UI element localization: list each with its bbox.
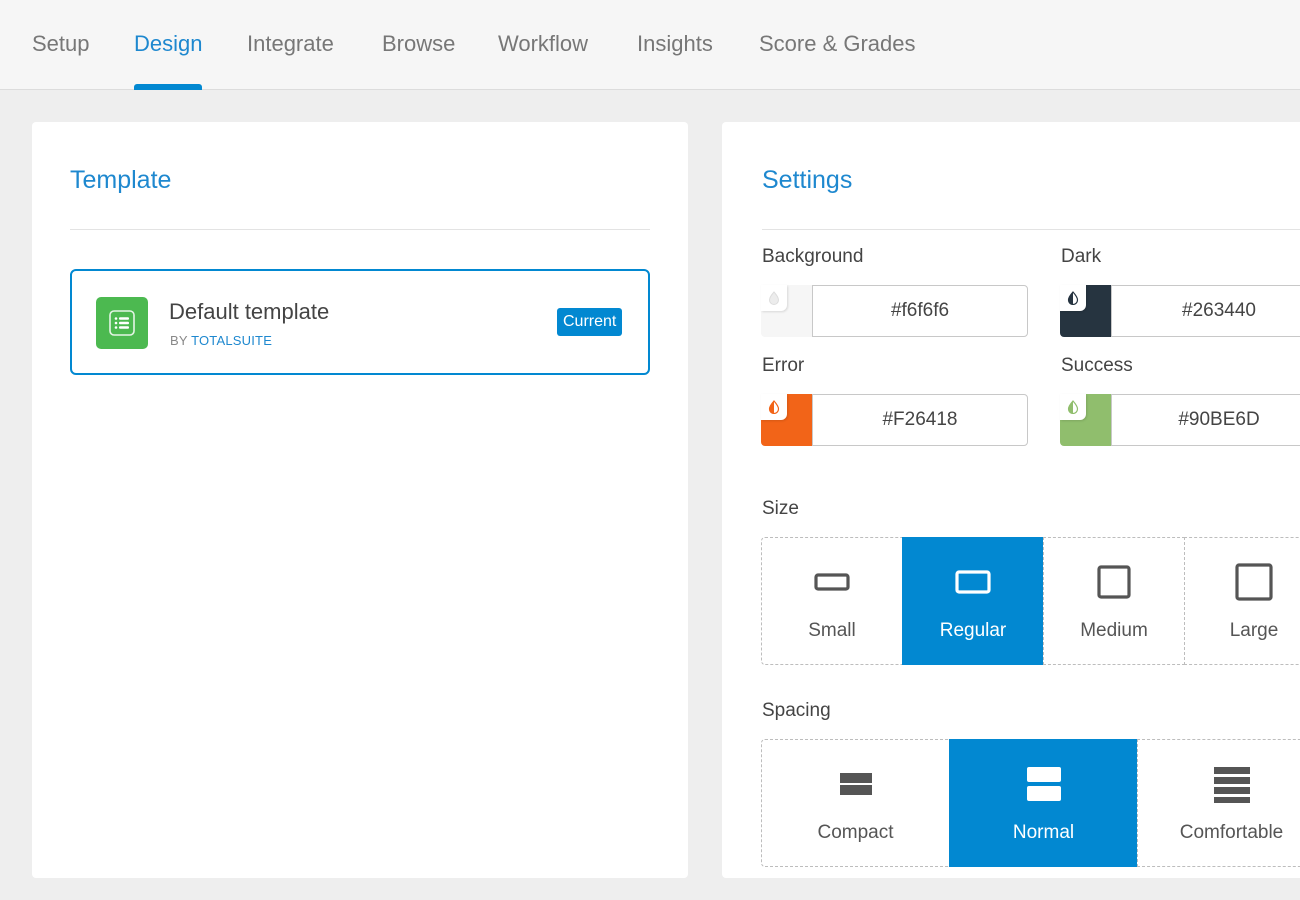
size-option-label: Small: [808, 620, 856, 641]
size-option-large[interactable]: Large: [1184, 537, 1300, 665]
droplet-icon: [1060, 285, 1086, 311]
background-color-swatch[interactable]: [761, 285, 813, 337]
list-icon: [96, 297, 148, 349]
divider: [762, 229, 1300, 230]
tab-setup[interactable]: Setup: [32, 0, 90, 89]
compact-spacing-icon: [762, 764, 949, 804]
spacing-option-normal[interactable]: Normal: [949, 739, 1138, 867]
template-author[interactable]: TOTALSUITE: [191, 333, 272, 348]
tab-integrate[interactable]: Integrate: [247, 0, 334, 89]
settings-panel-title: Settings: [762, 166, 853, 194]
dark-color-label: Dark: [1061, 246, 1102, 267]
size-options: Small Regular Medium Large: [761, 537, 1300, 665]
success-color-input[interactable]: [1111, 394, 1300, 446]
error-color-swatch[interactable]: [761, 394, 813, 446]
template-panel-title: Template: [70, 166, 172, 194]
template-panel: Template Default template BY TOTALSUITE …: [32, 122, 688, 878]
background-color-label: Background: [762, 246, 864, 267]
size-option-regular[interactable]: Regular: [902, 537, 1044, 665]
spacing-label: Spacing: [762, 700, 831, 721]
size-option-label: Medium: [1080, 620, 1148, 641]
template-card[interactable]: Default template BY TOTALSUITE Current: [70, 269, 650, 375]
error-color-label: Error: [762, 355, 805, 376]
by-prefix: BY: [170, 333, 188, 348]
tab-insights[interactable]: Insights: [637, 0, 713, 89]
current-badge: Current: [557, 308, 623, 336]
spacing-option-label: Comfortable: [1179, 822, 1284, 843]
settings-panel: Settings Background Dark Error Success S…: [722, 122, 1300, 878]
size-label: Size: [762, 498, 799, 519]
medium-size-icon: [1044, 562, 1184, 602]
large-size-icon: [1185, 562, 1300, 602]
success-color-swatch[interactable]: [1060, 394, 1112, 446]
spacing-option-label: Normal: [1012, 822, 1075, 843]
dark-color-input[interactable]: [1111, 285, 1300, 337]
spacing-option-label: Compact: [817, 822, 894, 843]
comfortable-spacing-icon: [1138, 764, 1300, 804]
size-option-label: Regular: [939, 620, 1007, 641]
spacing-option-compact[interactable]: Compact: [761, 739, 950, 867]
regular-size-icon: [903, 562, 1043, 602]
droplet-icon: [761, 285, 787, 311]
normal-spacing-icon: [950, 764, 1137, 804]
top-nav: Setup Design Integrate Browse Workflow I…: [0, 0, 1300, 90]
error-color-input[interactable]: [812, 394, 1028, 446]
size-option-medium[interactable]: Medium: [1043, 537, 1185, 665]
small-size-icon: [762, 562, 902, 602]
tab-workflow[interactable]: Workflow: [498, 0, 588, 89]
template-author-line: BY TOTALSUITE: [170, 333, 272, 348]
template-name: Default template: [169, 299, 330, 324]
spacing-option-comfortable[interactable]: Comfortable: [1137, 739, 1300, 867]
tab-design[interactable]: Design: [134, 0, 203, 90]
divider: [70, 229, 650, 230]
dark-color-swatch[interactable]: [1060, 285, 1112, 337]
droplet-icon: [1060, 394, 1086, 420]
success-color-label: Success: [1061, 355, 1133, 376]
spacing-options: Compact Normal Comfortable: [761, 739, 1300, 867]
background-color-input[interactable]: [812, 285, 1028, 337]
size-option-small[interactable]: Small: [761, 537, 903, 665]
droplet-icon: [761, 394, 787, 420]
size-option-label: Large: [1229, 620, 1279, 641]
tab-score-grades[interactable]: Score & Grades: [759, 0, 916, 89]
tab-browse[interactable]: Browse: [382, 0, 455, 89]
